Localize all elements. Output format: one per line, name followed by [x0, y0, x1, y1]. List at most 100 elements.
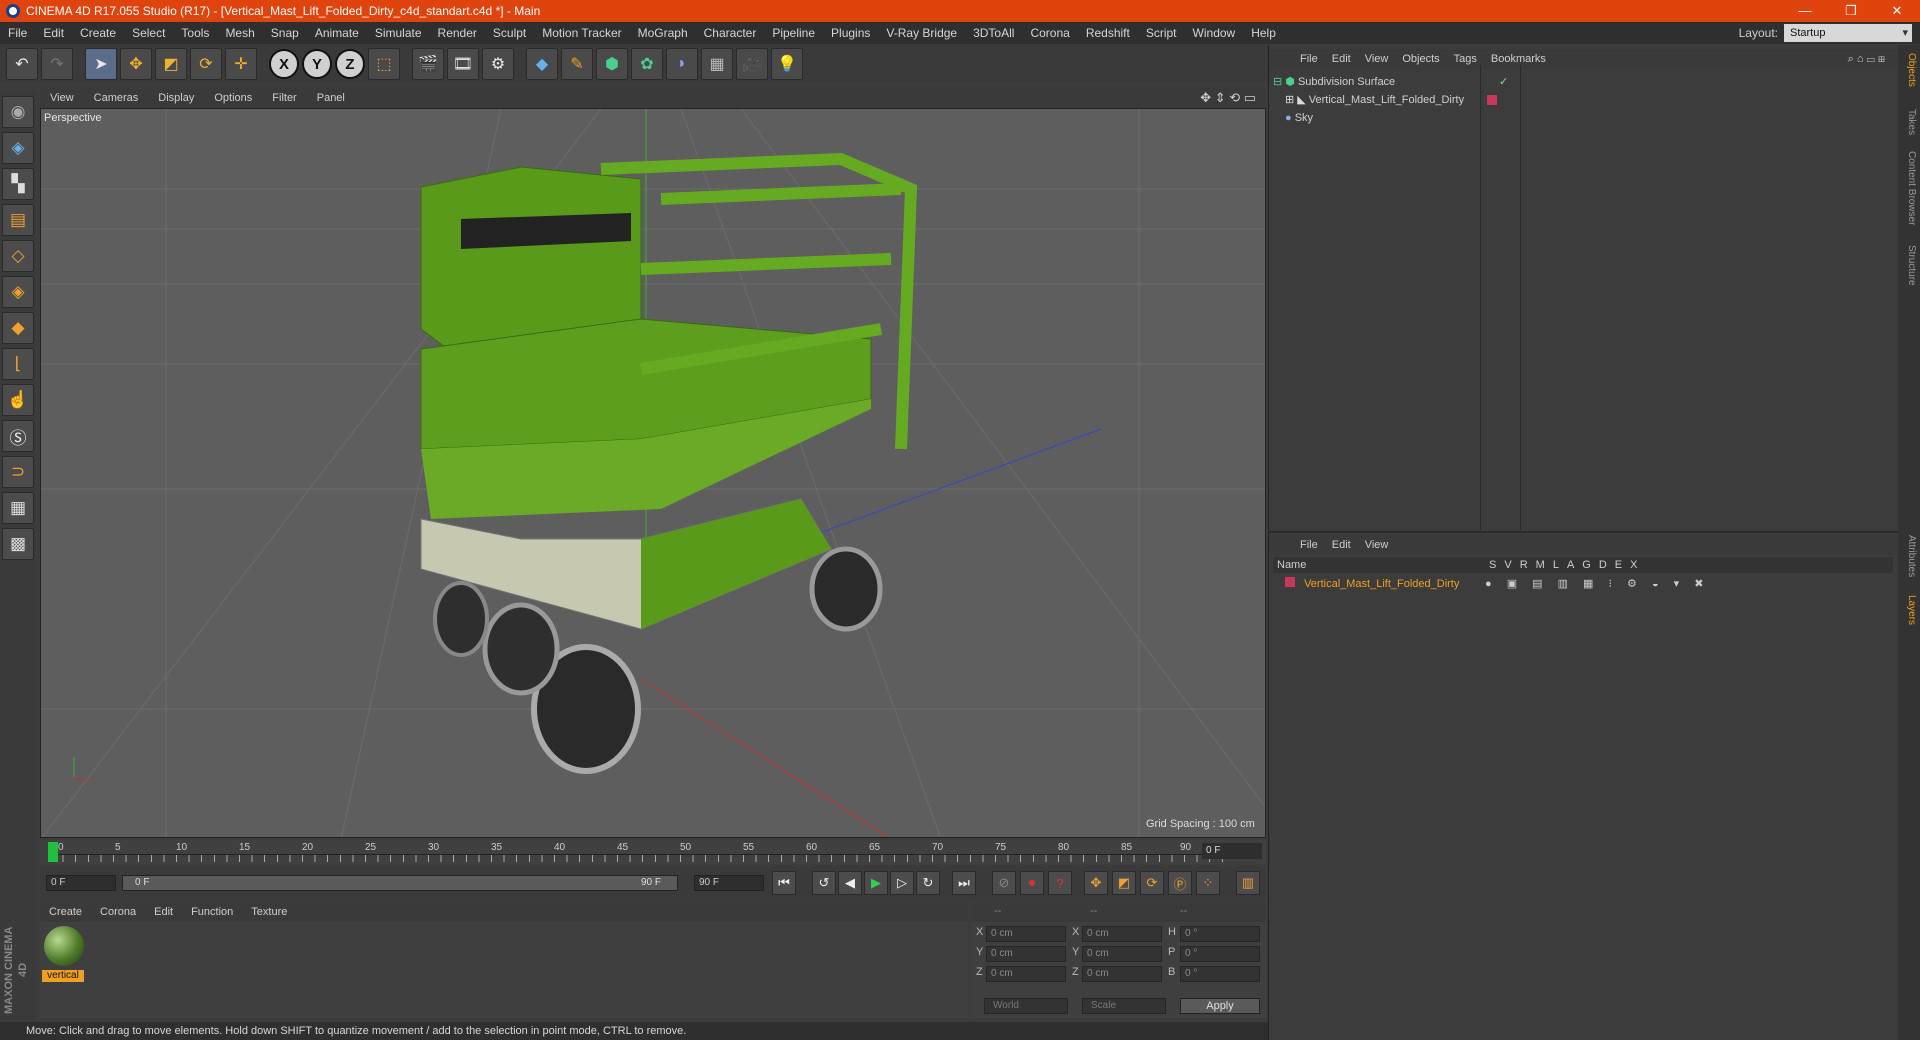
x-axis-lock-button[interactable]: X: [269, 49, 299, 79]
object-row-subdivision-surface[interactable]: ⊟ ⬢ Subdivision Surface ✓: [1273, 73, 1893, 91]
restore-button[interactable]: ❐: [1828, 0, 1874, 22]
coordinate-space-dropdown[interactable]: World: [984, 998, 1068, 1014]
material-menu-texture[interactable]: Texture: [242, 906, 296, 918]
menu-3dtoall[interactable]: 3DToAll: [965, 26, 1022, 40]
key-point-level-icon[interactable]: ⁘: [1196, 871, 1220, 895]
objects-menu-tags[interactable]: Tags: [1447, 53, 1484, 65]
snap-icon[interactable]: Ⓢ: [2, 420, 34, 452]
material-menu-function[interactable]: Function: [182, 906, 242, 918]
objects-menu-view[interactable]: View: [1358, 53, 1396, 65]
menu-select[interactable]: Select: [124, 26, 173, 40]
menu-corona[interactable]: Corona: [1022, 26, 1077, 40]
layer-color-swatch[interactable]: [1285, 577, 1295, 587]
render-settings-icon[interactable]: ⚙: [482, 48, 514, 80]
size-z-field[interactable]: 0 cm: [1082, 966, 1162, 982]
vertical-mast-lift-model[interactable]: [420, 152, 918, 774]
layer-flag-toggles[interactable]: ● ▣ ▤ ▥ ▦ ⁝ ⚙ ◒ ▾ ✖: [1485, 575, 1709, 593]
y-axis-lock-button[interactable]: Y: [302, 49, 332, 79]
viewport-menu-filter[interactable]: Filter: [262, 92, 306, 104]
minimize-button[interactable]: —: [1782, 0, 1828, 22]
side-tab-content-browser[interactable]: Content Browser: [1901, 151, 1917, 225]
scale-tool-icon[interactable]: ◩: [155, 48, 187, 80]
viewport-menu-options[interactable]: Options: [204, 92, 262, 104]
menu-snap[interactable]: Snap: [263, 26, 307, 40]
playhead[interactable]: [48, 842, 58, 862]
workplane-lock-icon[interactable]: ▦: [2, 492, 34, 524]
polygons-mode-icon[interactable]: ◆: [2, 312, 34, 344]
select-arrow-icon[interactable]: ➤: [85, 48, 117, 80]
model-mode-icon[interactable]: ◈: [2, 132, 34, 164]
menu-sculpt[interactable]: Sculpt: [485, 26, 534, 40]
menu-vray-bridge[interactable]: V-Ray Bridge: [878, 26, 965, 40]
live-selection-icon[interactable]: ✛: [225, 48, 257, 80]
redo-icon[interactable]: ↷: [41, 48, 73, 80]
points-mode-icon[interactable]: ◇: [2, 240, 34, 272]
rotation-p-field[interactable]: 0 °: [1180, 946, 1260, 962]
viewport-menu-display[interactable]: Display: [148, 92, 204, 104]
side-tab-takes[interactable]: Takes: [1901, 109, 1917, 135]
menu-script[interactable]: Script: [1138, 26, 1185, 40]
material-thumbnail[interactable]: [44, 926, 84, 966]
side-tab-layers[interactable]: Layers: [1901, 595, 1917, 625]
key-parameter-icon[interactable]: Ⓟ: [1168, 871, 1192, 895]
material-menu-corona[interactable]: Corona: [91, 906, 145, 918]
viewport-menu-panel[interactable]: Panel: [307, 92, 355, 104]
close-button[interactable]: ✕: [1874, 0, 1920, 22]
auto-keying-icon[interactable]: ?: [1048, 871, 1072, 895]
rotate-tool-icon[interactable]: ⟳: [190, 48, 222, 80]
tweak-mode-icon[interactable]: ☝: [2, 384, 34, 416]
menu-file[interactable]: File: [0, 26, 35, 40]
material-name[interactable]: vertical: [42, 970, 84, 982]
key-position-icon[interactable]: ✥: [1084, 871, 1108, 895]
position-y-field[interactable]: 0 cm: [986, 946, 1066, 962]
magnet-icon[interactable]: ⊃: [2, 456, 34, 488]
grid-snap-icon[interactable]: ▩: [2, 528, 34, 560]
material-menu-create[interactable]: Create: [40, 906, 91, 918]
render-picture-viewer-icon[interactable]: 🎞: [447, 48, 479, 80]
menu-redshift[interactable]: Redshift: [1078, 26, 1138, 40]
menu-tools[interactable]: Tools: [173, 26, 217, 40]
position-x-field[interactable]: 0 cm: [986, 926, 1066, 942]
menu-mograph[interactable]: MoGraph: [630, 26, 696, 40]
next-frame-icon[interactable]: ▷: [890, 871, 914, 895]
layers-menu-file[interactable]: File: [1293, 539, 1325, 551]
material-tag-icon[interactable]: [1487, 95, 1497, 105]
viewport-menu-view[interactable]: View: [40, 92, 84, 104]
key-scale-icon[interactable]: ◩: [1112, 871, 1136, 895]
objects-search-icon[interactable]: ⌕ ⌂ ▭ ⊞: [1841, 53, 1899, 66]
menu-animate[interactable]: Animate: [307, 26, 367, 40]
menu-help[interactable]: Help: [1243, 26, 1284, 40]
frame-range-slider[interactable]: 0 F 90 F: [122, 875, 678, 891]
layer-row[interactable]: Vertical_Mast_Lift_Folded_Dirty ● ▣ ▤ ▥ …: [1273, 575, 1893, 593]
viewport-nav-icons[interactable]: ✥ ⇕ ⟲ ▭: [1190, 90, 1266, 106]
menu-simulate[interactable]: Simulate: [367, 26, 430, 40]
menu-render[interactable]: Render: [430, 26, 485, 40]
previous-frame-icon[interactable]: ◀: [838, 871, 862, 895]
side-tab-structure[interactable]: Structure: [1901, 245, 1917, 286]
go-to-end-icon[interactable]: ⏭: [952, 871, 976, 895]
record-active-icon[interactable]: ⏺: [1020, 871, 1044, 895]
viewport-menu-cameras[interactable]: Cameras: [84, 92, 149, 104]
menu-pipeline[interactable]: Pipeline: [764, 26, 823, 40]
menu-window[interactable]: Window: [1185, 26, 1244, 40]
menu-motion-tracker[interactable]: Motion Tracker: [534, 26, 629, 40]
enabled-check-icon[interactable]: ✓: [1499, 73, 1508, 91]
axis-mode-icon[interactable]: ⌊: [2, 348, 34, 380]
start-frame-field[interactable]: 0 F: [46, 875, 116, 891]
size-x-field[interactable]: 0 cm: [1082, 926, 1162, 942]
apply-button[interactable]: Apply: [1180, 998, 1260, 1014]
coordinate-system-icon[interactable]: ⬚: [368, 48, 400, 80]
timeline-ruler[interactable]: 0 5 10 15 20 25 30 35 40 45 50 55 60 65 …: [40, 840, 1266, 864]
size-y-field[interactable]: 0 cm: [1082, 946, 1162, 962]
floor-scene-icon[interactable]: ▦: [701, 48, 733, 80]
rotation-h-field[interactable]: 0 °: [1180, 926, 1260, 942]
3d-viewport[interactable]: [40, 108, 1266, 838]
objects-menu-objects[interactable]: Objects: [1395, 53, 1446, 65]
next-key-icon[interactable]: ↻: [916, 871, 940, 895]
objects-menu-bookmarks[interactable]: Bookmarks: [1484, 53, 1553, 65]
subdivision-surface-icon[interactable]: ⬢: [596, 48, 628, 80]
array-generator-icon[interactable]: ✿: [631, 48, 663, 80]
end-frame-field[interactable]: 90 F: [694, 875, 764, 891]
rotation-b-field[interactable]: 0 °: [1180, 966, 1260, 982]
camera-icon[interactable]: 🎥: [736, 48, 768, 80]
